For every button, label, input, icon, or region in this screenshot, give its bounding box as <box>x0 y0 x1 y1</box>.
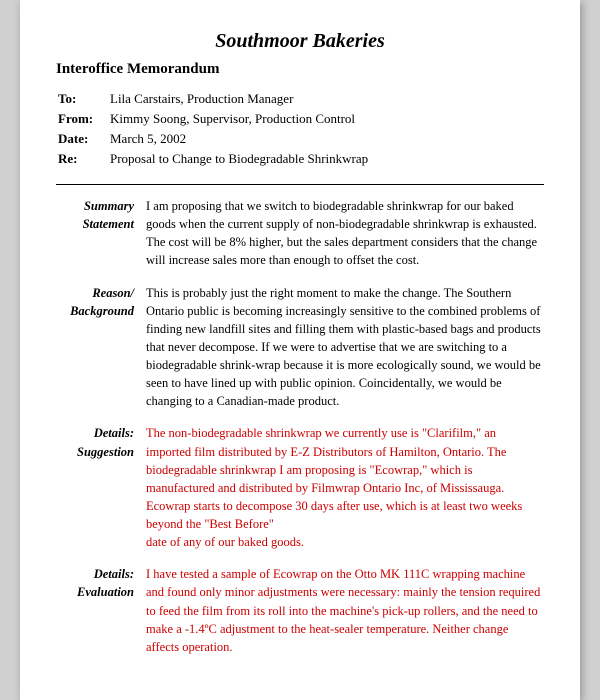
reason-section: Reason/Background This is probably just … <box>56 284 544 411</box>
date-label: Date: <box>58 130 108 148</box>
re-label: Re: <box>58 150 108 168</box>
date-value: March 5, 2002 <box>110 130 542 148</box>
reason-label: Reason/Background <box>56 284 146 411</box>
to-label: To: <box>58 90 108 108</box>
document-page: Southmoor Bakeries Interoffice Memorandu… <box>20 0 580 700</box>
details-evaluation-label: Details:Evaluation <box>56 565 146 656</box>
document-title: Southmoor Bakeries <box>56 30 544 53</box>
document-subtitle: Interoffice Memorandum <box>56 61 544 78</box>
to-value: Lila Carstairs, Production Manager <box>110 90 542 108</box>
from-value: Kimmy Soong, Supervisor, Production Cont… <box>110 110 542 128</box>
from-label: From: <box>58 110 108 128</box>
summary-section: SummaryStatement I am proposing that we … <box>56 197 544 270</box>
summary-label: SummaryStatement <box>56 197 146 270</box>
header-divider <box>56 184 544 185</box>
details-suggestion-section: Details:Suggestion The non-biodegradable… <box>56 424 544 551</box>
details-suggestion-label: Details:Suggestion <box>56 424 146 551</box>
details-evaluation-content: I have tested a sample of Ecowrap on the… <box>146 565 544 656</box>
reason-content: This is probably just the right moment t… <box>146 284 544 411</box>
header-table: To: Lila Carstairs, Production Manager F… <box>56 88 544 170</box>
re-value: Proposal to Change to Biodegradable Shri… <box>110 150 542 168</box>
summary-content: I am proposing that we switch to biodegr… <box>146 197 544 270</box>
details-suggestion-content: The non-biodegradable shrinkwrap we curr… <box>146 424 544 551</box>
details-evaluation-section: Details:Evaluation I have tested a sampl… <box>56 565 544 656</box>
